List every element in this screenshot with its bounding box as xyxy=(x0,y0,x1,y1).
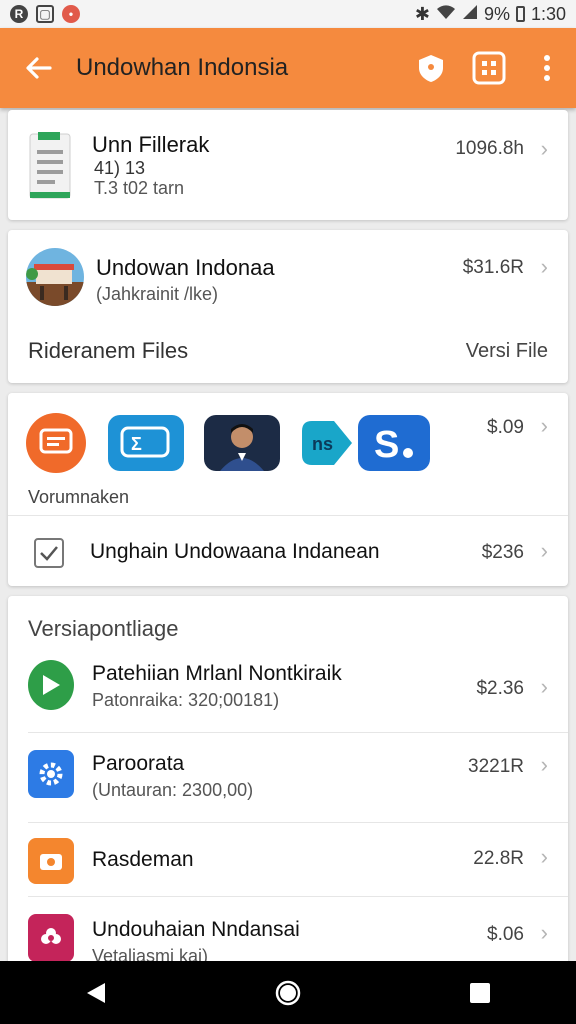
recents-square-icon xyxy=(470,982,490,1003)
app-tile-2[interactable]: Σ xyxy=(108,415,184,471)
divider xyxy=(28,822,568,823)
checkmark-icon xyxy=(40,546,58,561)
list-item-amount: 22.8R xyxy=(473,848,524,869)
list-item-amount: $.06 xyxy=(487,924,524,945)
flower-icon xyxy=(28,914,74,962)
wifi-icon xyxy=(436,4,456,25)
list-item-amount: $2.36 xyxy=(476,678,524,699)
section-link[interactable]: Versi File xyxy=(466,340,548,363)
section-label: Rideranem Files xyxy=(28,338,189,363)
list-item-title: Paroorata xyxy=(92,752,185,775)
list-card: Versiapontliage Patehiian Mrlanl Nontkir… xyxy=(8,596,568,976)
app-tile-4[interactable]: ns xyxy=(298,413,354,473)
apps-amount: $.09 xyxy=(487,417,524,438)
nav-home-button[interactable] xyxy=(258,968,318,1018)
profile-amount: $31.6R xyxy=(462,257,524,278)
document-icon xyxy=(28,132,72,200)
app-bar: Undowhan Indonsia xyxy=(0,28,576,108)
list-item-amount: 3221R xyxy=(468,756,524,777)
notification-alert-icon: • xyxy=(62,5,80,23)
page-title: Undowhan Indonsia xyxy=(76,54,289,81)
app-tile-3[interactable] xyxy=(204,415,280,471)
signal-icon xyxy=(462,4,478,25)
list-item-title: Rasdeman xyxy=(92,848,194,871)
chevron-right-icon: › xyxy=(540,674,548,699)
clock: 1:30 xyxy=(530,3,566,24)
triangle-back-icon xyxy=(87,982,105,1003)
profile-subtitle: (Jahkrainit /lke) xyxy=(96,284,219,304)
message-icon xyxy=(39,428,73,454)
file-line1: 41) 13 xyxy=(94,158,146,178)
file-title: Unn Fillerak xyxy=(92,132,210,157)
nav-recents-button[interactable] xyxy=(450,968,510,1018)
more-vert-icon xyxy=(544,55,550,81)
svg-text:S: S xyxy=(374,424,399,465)
divider xyxy=(28,896,568,897)
profile-title: Undowan Indonaa xyxy=(96,255,275,280)
chat-app-icon: Σ xyxy=(120,426,170,458)
chevron-right-icon[interactable]: › xyxy=(541,254,548,280)
list-item-title: Undouhaian Nndansai xyxy=(92,918,300,941)
notification-square-icon: ▢ xyxy=(36,5,54,23)
system-icons: ✱ 9% 1:30 xyxy=(415,4,566,25)
chevron-right-icon: › xyxy=(540,752,548,777)
app-tile-5[interactable]: S xyxy=(358,415,430,471)
notification-icons: R ▢ • xyxy=(10,5,80,23)
share-app-icon: ns xyxy=(302,421,352,465)
app-tile-1[interactable] xyxy=(26,413,86,473)
chevron-right-icon: › xyxy=(540,920,548,945)
grid-button[interactable] xyxy=(460,28,518,108)
svg-text:Σ: Σ xyxy=(131,434,142,454)
file-line2: T.3 t02 tarn xyxy=(94,178,185,198)
play-icon xyxy=(28,660,74,710)
list-item[interactable]: Rasdeman 22.8R › xyxy=(8,826,568,896)
check-row[interactable]: Unghain Undowaana Indanean $236 › xyxy=(8,516,568,586)
chevron-right-icon[interactable]: › xyxy=(541,413,548,439)
list-item-subtitle: (Untauran: 2300,00) xyxy=(92,780,254,800)
list-item-subtitle: Patonraika: 320;00181) xyxy=(92,690,280,710)
list-item[interactable]: Patehiian Mrlanl Nontkiraik Patonraika: … xyxy=(8,646,568,732)
status-bar: R ▢ • ✱ 9% 1:30 xyxy=(0,0,576,28)
file-amount: 1096.8h xyxy=(455,138,524,159)
s-app-icon: S xyxy=(374,424,413,465)
avatar[interactable] xyxy=(26,248,84,306)
battery-icon xyxy=(515,6,525,22)
home-circle-icon xyxy=(275,980,301,1005)
apps-label: Vorumnaken xyxy=(28,487,130,507)
arrow-back-icon xyxy=(26,57,52,79)
chevron-right-icon: › xyxy=(540,538,548,563)
more-button[interactable] xyxy=(518,28,576,108)
settings-icon xyxy=(28,750,74,798)
chevron-right-icon: › xyxy=(540,844,548,869)
apps-card: Σ ns S $.09 › Vorumnaken Unghain Undowaa… xyxy=(8,393,568,586)
check-label: Unghain Undowaana Indanean xyxy=(90,540,380,563)
list-header: Versiapontliage xyxy=(28,616,179,641)
nav-back-button[interactable] xyxy=(66,968,126,1018)
person-photo-icon xyxy=(220,424,264,471)
camera-icon xyxy=(28,838,74,884)
profile-card: Undowan Indonaa (Jahkrainit /lke) $31.6R… xyxy=(8,230,568,383)
battery-level: 9% xyxy=(483,3,510,24)
list-item[interactable]: Paroorata (Untauran: 2300,00) 3221R › xyxy=(8,736,568,822)
svg-text:ns: ns xyxy=(312,434,333,454)
divider xyxy=(28,732,568,733)
checkbox[interactable] xyxy=(34,538,64,568)
file-card[interactable]: Unn Fillerak 41) 13 T.3 t02 tarn 1096.8h… xyxy=(8,110,568,220)
chevron-right-icon: › xyxy=(540,136,548,161)
navigation-bar xyxy=(0,961,576,1024)
back-button[interactable] xyxy=(0,28,76,108)
bluetooth-icon: ✱ xyxy=(414,3,430,24)
check-amount: $236 xyxy=(481,542,524,563)
grid-icon xyxy=(472,51,506,85)
shield-icon xyxy=(419,55,443,82)
shield-button[interactable] xyxy=(402,28,460,108)
notification-app-icon: R xyxy=(10,5,28,23)
list-item-title: Patehiian Mrlanl Nontkiraik xyxy=(92,662,342,685)
